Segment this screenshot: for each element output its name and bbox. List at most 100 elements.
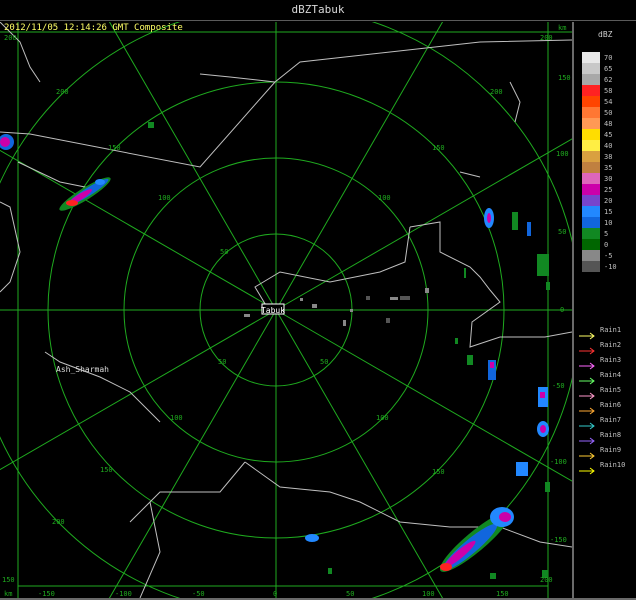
y-label-m150: -150 <box>550 536 567 544</box>
azimuth-spokes <box>0 22 572 598</box>
scale-swatch <box>582 250 600 261</box>
city-label: Ash_Sharmah <box>56 365 109 374</box>
legend-label: Rain9 <box>600 446 622 454</box>
scale-swatch <box>582 96 600 107</box>
scale-value: 15 <box>604 208 613 216</box>
scale-value: 5 <box>604 230 609 238</box>
scale-swatch <box>582 239 600 250</box>
x-label-50: 50 <box>346 590 354 598</box>
scale-swatch <box>582 228 600 239</box>
radar-plot[interactable]: Tabuk Ash_Sharmah 200 150 100 50 150 100… <box>0 22 572 598</box>
scale-value: 45 <box>604 131 613 139</box>
km-unit-bottom: km <box>4 590 12 598</box>
legend-item[interactable]: Rain10 <box>578 461 634 475</box>
arrow-icon <box>579 332 595 340</box>
scale-value: -10 <box>604 263 617 271</box>
scale-value: 40 <box>604 142 613 150</box>
legend-label: Rain10 <box>600 461 626 469</box>
scale-value: -5 <box>604 252 613 260</box>
x-label-m50: -50 <box>192 590 205 598</box>
scale-value: 54 <box>604 98 613 106</box>
scale-swatch <box>582 206 600 217</box>
ring-label-4: 50 <box>220 248 228 256</box>
km-unit-top: km <box>558 24 566 32</box>
ring-label-9: 200 <box>52 518 65 526</box>
scale-swatch <box>582 195 600 206</box>
ring-label-3: 100 <box>158 194 171 202</box>
scale-swatch <box>582 140 600 151</box>
ring-label-11: 150 <box>432 468 445 476</box>
y-label-0: 0 <box>560 306 564 314</box>
arrow-icon <box>579 362 595 370</box>
scale-value: 50 <box>604 109 613 117</box>
legend-label: Rain6 <box>600 401 622 409</box>
ring-label-6: 100 <box>378 194 391 202</box>
radar-svg: Tabuk Ash_Sharmah 200 150 100 50 150 100… <box>0 22 572 598</box>
scale-value: 48 <box>604 120 613 128</box>
scale-value: 35 <box>604 164 613 172</box>
legend-item[interactable]: Rain5 <box>578 386 634 400</box>
scale-swatch <box>582 63 600 74</box>
arrow-icon <box>579 407 595 415</box>
scale-value: 25 <box>604 186 613 194</box>
ring-label-1: 200 <box>56 88 69 96</box>
scale-swatch <box>582 151 600 162</box>
scale-value: 65 <box>604 65 613 73</box>
y-label-100: 100 <box>556 150 569 158</box>
legend-item[interactable]: Rain3 <box>578 356 634 370</box>
legend-label: Rain8 <box>600 431 622 439</box>
legend-label: Rain5 <box>600 386 622 394</box>
radar-echoes <box>0 122 550 579</box>
arrow-icon <box>579 377 595 385</box>
legend-label: Rain7 <box>600 416 622 424</box>
scale-swatch <box>582 162 600 173</box>
legend-item[interactable]: Rain4 <box>578 371 634 385</box>
legend-label: Rain1 <box>600 326 622 334</box>
x-label-150: 150 <box>496 590 509 598</box>
scale-value: 30 <box>604 175 613 183</box>
arrow-icon <box>579 467 595 475</box>
scale-swatch <box>582 173 600 184</box>
ring-label-5: 150 <box>432 144 445 152</box>
legend-item[interactable]: Rain8 <box>578 431 634 445</box>
scale-value: 62 <box>604 76 613 84</box>
corner-bottom-left: 150 <box>2 576 15 584</box>
ring-label-13: 50 <box>218 358 226 366</box>
scale-swatch <box>582 85 600 96</box>
scale-swatch <box>582 74 600 85</box>
arrow-icon <box>579 392 595 400</box>
scale-value: 70 <box>604 54 613 62</box>
station-marker[interactable]: Tabuk <box>261 303 285 315</box>
scale-swatch <box>582 107 600 118</box>
legend-item[interactable]: Rain7 <box>578 416 634 430</box>
legend-label: Rain3 <box>600 356 622 364</box>
x-label-m150: -150 <box>38 590 55 598</box>
legend-item[interactable]: Rain9 <box>578 446 634 460</box>
arrow-icon <box>579 452 595 460</box>
corner-bottom-right: 200 <box>540 576 553 584</box>
ring-label-10: 100 <box>376 414 389 422</box>
scale-swatch <box>582 217 600 228</box>
x-label-m100: -100 <box>115 590 132 598</box>
scale-swatch <box>582 129 600 140</box>
corner-top-right: 200 <box>540 34 553 42</box>
scale-value: 0 <box>604 241 609 249</box>
ring-label-2: 150 <box>108 144 121 152</box>
legend-item[interactable]: Rain6 <box>578 401 634 415</box>
legend-item[interactable]: Rain1 <box>578 326 634 340</box>
scale-swatch <box>582 184 600 195</box>
ring-label-7: 200 <box>490 88 503 96</box>
scale-swatch <box>582 118 600 129</box>
x-label-100: 100 <box>422 590 435 598</box>
scale-swatch <box>582 52 600 63</box>
legend-label: Rain4 <box>600 371 622 379</box>
ring-label-12: 50 <box>320 358 328 366</box>
y-label-150: 150 <box>558 74 571 82</box>
scale-value: 10 <box>604 219 613 227</box>
title-bar: dBZTabuk <box>0 0 636 21</box>
legend-panel: dBZ 70 65 62 58 54 50 48 45 40 38 35 30 25 20 15 10 5 0 -5… <box>574 22 636 598</box>
y-label-m100: -100 <box>550 458 567 466</box>
scale-value: 58 <box>604 87 613 95</box>
legend-item[interactable]: Rain2 <box>578 341 634 355</box>
y-label-m50: -50 <box>552 382 565 390</box>
